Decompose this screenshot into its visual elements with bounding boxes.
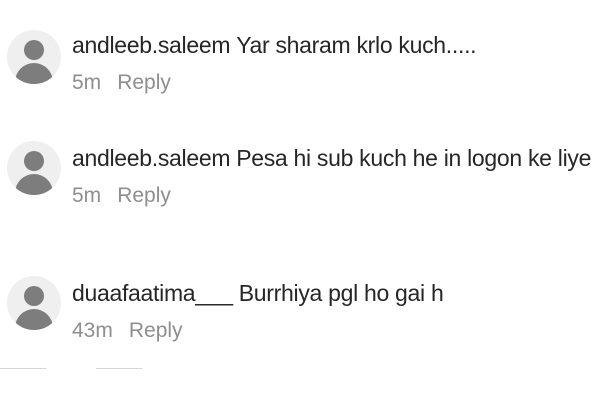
comment-username[interactable]: andleeb.saleem [72, 145, 231, 171]
avatar-head [24, 286, 44, 306]
reply-button[interactable]: Reply [117, 184, 171, 207]
avatar-icon[interactable] [7, 276, 61, 330]
avatar-body [15, 174, 53, 195]
comment-text: Pesa hi sub kuch he in logon ke liye [236, 145, 592, 171]
comment-username[interactable]: duaafaatima___ [72, 280, 233, 306]
avatar-body [15, 63, 53, 84]
comment-text: Burrhiya pgl ho gai h [238, 280, 444, 306]
comment-item: andleeb.saleem Yar sharam krlo kuch..... … [0, 0, 601, 100]
divider-line [96, 368, 142, 369]
comment-meta: 5m Reply [72, 183, 171, 209]
comment-time: 43m [72, 319, 113, 342]
comment-line: andleeb.saleem Yar sharam krlo kuch..... [72, 31, 477, 59]
reply-button[interactable]: Reply [117, 71, 171, 94]
avatar-head [24, 40, 44, 60]
comment-text: Yar sharam krlo kuch..... [236, 32, 477, 58]
comment-time: 5m [72, 71, 102, 94]
comment-line: duaafaatima___ Burrhiya pgl ho gai h [72, 279, 444, 307]
avatar-body [15, 309, 53, 330]
comment-meta: 5m Reply [72, 70, 171, 96]
reply-button[interactable]: Reply [129, 319, 183, 342]
avatar-icon[interactable] [7, 30, 61, 84]
comment-username[interactable]: andleeb.saleem [72, 32, 231, 58]
comment-line: andleeb.saleem Pesa hi sub kuch he in log… [72, 144, 591, 172]
comment-meta: 43m Reply [72, 318, 183, 344]
comment-item: andleeb.saleem Pesa hi sub kuch he in log… [0, 115, 601, 215]
avatar-head [24, 151, 44, 171]
comment-item: duaafaatima___ Burrhiya pgl ho gai h 43m R… [0, 250, 601, 350]
comment-time: 5m [72, 184, 102, 207]
avatar-icon[interactable] [7, 141, 61, 195]
divider-line [0, 368, 46, 369]
